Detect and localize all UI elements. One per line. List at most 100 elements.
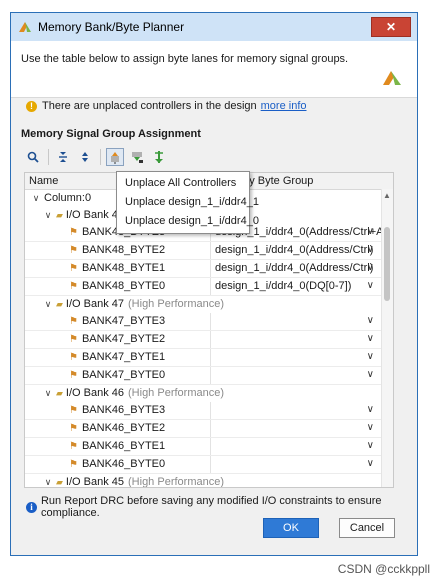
byte-row[interactable]: ⚑ BANK48_BYTE0 design_1_i/ddr4_0(DQ[0-7]) ∨: [25, 278, 393, 296]
row-label: I/O Bank 45: [65, 476, 125, 488]
byte-row[interactable]: ⚑ BANK46_BYTE1 ∨: [25, 438, 393, 456]
menu-item-unplace-all[interactable]: Unplace All Controllers: [117, 174, 249, 193]
warning-icon: !: [26, 100, 37, 112]
column-header-name[interactable]: Name: [29, 175, 58, 187]
more-info-link[interactable]: more info: [261, 100, 307, 112]
row-label: BANK47_BYTE3: [81, 315, 166, 327]
row-name: ⚑ BANK47_BYTE3: [69, 315, 165, 327]
dropdown-chevron-icon[interactable]: ∨: [367, 262, 374, 273]
info-message: i Run Report DRC before saving any modif…: [26, 495, 442, 519]
place-button[interactable]: [128, 148, 146, 166]
row-label: BANK46_BYTE0: [81, 458, 166, 470]
byte-group-select[interactable]: ∨: [210, 313, 380, 330]
close-button[interactable]: ✕: [371, 17, 411, 37]
vertical-scrollbar[interactable]: ▲: [381, 189, 393, 487]
row-name: ⚑ BANK46_BYTE2: [69, 422, 165, 434]
byte-group-select[interactable]: design_1_i/ddr4_0(Address/Ctrl) ∨: [210, 260, 380, 277]
expand-chevron-icon[interactable]: ∨: [43, 388, 53, 399]
description-text: Use the table below to assign byte lanes…: [21, 53, 349, 65]
dropdown-chevron-icon[interactable]: ∨: [367, 315, 374, 326]
dropdown-chevron-icon[interactable]: ∨: [367, 369, 374, 380]
row-name: ∨ ▰ I/O Bank 48: [43, 209, 124, 221]
byte-row[interactable]: ⚑ BANK47_BYTE2 ∨: [25, 331, 393, 349]
auto-place-button[interactable]: [150, 148, 168, 166]
byte-row[interactable]: ⚑ BANK46_BYTE2 ∨: [25, 420, 393, 438]
dropdown-chevron-icon[interactable]: ∨: [367, 280, 374, 291]
byte-lane-icon: ⚑: [69, 351, 78, 363]
menu-item-unplace-ddr4-1[interactable]: Unplace design_1_i/ddr4_1: [117, 193, 259, 212]
expand-chevron-icon[interactable]: ∨: [43, 477, 53, 488]
info-icon: i: [26, 501, 37, 513]
row-label: I/O Bank 47: [65, 298, 125, 310]
byte-group-select[interactable]: ∨: [210, 367, 380, 384]
row-label: BANK48_BYTE1: [81, 262, 166, 274]
expand-chevron-icon[interactable]: ∨: [31, 193, 41, 204]
place-icon: [132, 152, 143, 163]
expand-all-button[interactable]: [76, 148, 94, 166]
dropdown-chevron-icon[interactable]: ∨: [367, 440, 374, 451]
bank-row[interactable]: ∨ ▰ I/O Bank 47 (High Performance): [25, 296, 393, 313]
search-button[interactable]: [24, 148, 42, 166]
byte-group-select[interactable]: ∨: [210, 438, 380, 455]
byte-group-select[interactable]: design_1_i/ddr4_0(DQ[0-7]) ∨: [210, 278, 380, 295]
scroll-up-icon[interactable]: ▲: [383, 191, 391, 200]
dropdown-chevron-icon[interactable]: ∨: [367, 244, 374, 255]
byte-row[interactable]: ⚑ BANK46_BYTE3 ∨: [25, 402, 393, 420]
byte-group-select[interactable]: ∨: [210, 331, 380, 348]
io-bank-icon: ▰: [56, 298, 63, 309]
dropdown-chevron-icon[interactable]: ∨: [367, 422, 374, 433]
row-label: BANK47_BYTE0: [81, 369, 166, 381]
toolbar-separator: [48, 149, 49, 165]
byte-lane-icon: ⚑: [69, 244, 78, 256]
byte-group-value: design_1_i/ddr4_0(Address/Ctrl): [215, 244, 374, 256]
row-name: ⚑ BANK46_BYTE1: [69, 440, 165, 452]
byte-row[interactable]: ⚑ BANK48_BYTE1 design_1_i/ddr4_0(Address/C…: [25, 260, 393, 278]
row-name: ∨ Column:0: [31, 192, 91, 204]
title-bar[interactable]: Memory Bank/Byte Planner ✕: [11, 13, 417, 41]
dropdown-chevron-icon[interactable]: ∨: [367, 333, 374, 344]
vivado-logo-icon: [383, 71, 401, 85]
byte-lane-icon: ⚑: [69, 404, 78, 416]
row-name: ⚑ BANK46_BYTE3: [69, 404, 165, 416]
row-name: ⚑ BANK47_BYTE0: [69, 369, 165, 381]
expand-chevron-icon[interactable]: ∨: [43, 299, 53, 310]
unplace-button[interactable]: [106, 148, 124, 166]
row-name: ∨ ▰ I/O Bank 47 (High Performance): [43, 298, 224, 310]
header-panel: Use the table below to assign byte lanes…: [11, 41, 417, 98]
byte-group-select[interactable]: ∨: [210, 456, 380, 473]
row-label: BANK48_BYTE0: [81, 280, 166, 292]
dropdown-chevron-icon[interactable]: ∨: [367, 226, 374, 237]
byte-lane-icon: ⚑: [69, 333, 78, 345]
io-bank-icon: ▰: [56, 387, 63, 398]
bank-row[interactable]: ∨ ▰ I/O Bank 46 (High Performance): [25, 385, 393, 402]
expand-chevron-icon[interactable]: ∨: [43, 210, 53, 221]
ok-button[interactable]: OK: [263, 518, 319, 538]
dropdown-chevron-icon[interactable]: ∨: [367, 404, 374, 415]
byte-row[interactable]: ⚑ BANK47_BYTE0 ∨: [25, 367, 393, 385]
scrollbar-thumb[interactable]: [384, 227, 390, 301]
dropdown-chevron-icon[interactable]: ∨: [367, 458, 374, 469]
byte-group-select[interactable]: design_1_i/ddr4_0(Address/Ctrl) ∨: [210, 242, 380, 259]
byte-group-select[interactable]: ∨: [210, 349, 380, 366]
byte-lane-icon: ⚑: [69, 369, 78, 381]
byte-group-select[interactable]: ∨: [210, 402, 380, 419]
byte-group-select[interactable]: ∨: [210, 420, 380, 437]
byte-lane-icon: ⚑: [69, 262, 78, 274]
byte-row[interactable]: ⚑ BANK47_BYTE1 ∨: [25, 349, 393, 367]
toolbar-separator: [100, 149, 101, 165]
cancel-button[interactable]: Cancel: [339, 518, 395, 538]
row-name: ∨ ▰ I/O Bank 45 (High Performance): [43, 476, 224, 488]
byte-row[interactable]: ⚑ BANK46_BYTE0 ∨: [25, 456, 393, 474]
bank-row[interactable]: ∨ ▰ I/O Bank 45 (High Performance): [25, 474, 393, 488]
row-label: I/O Bank 46: [65, 387, 125, 399]
collapse-all-button[interactable]: [54, 148, 72, 166]
row-label: BANK47_BYTE2: [81, 333, 166, 345]
byte-row[interactable]: ⚑ BANK47_BYTE3 ∨: [25, 313, 393, 331]
row-label: Column:0: [44, 192, 92, 204]
warning-message: ! There are unplaced controllers in the …: [26, 100, 307, 112]
byte-lane-icon: ⚑: [69, 280, 78, 292]
byte-row[interactable]: ⚑ BANK48_BYTE2 design_1_i/ddr4_0(Address/C…: [25, 242, 393, 260]
dropdown-chevron-icon[interactable]: ∨: [367, 351, 374, 362]
row-name: ⚑ BANK47_BYTE2: [69, 333, 165, 345]
menu-item-unplace-ddr4-0[interactable]: Unplace design_1_i/ddr4_0: [117, 212, 259, 231]
